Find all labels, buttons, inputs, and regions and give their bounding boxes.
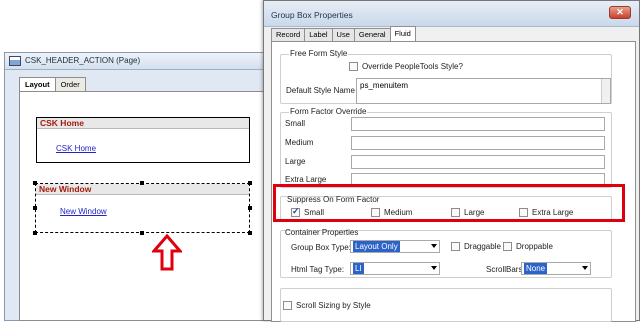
ff-small-label: Small xyxy=(285,119,306,128)
default-style-value: ps_menuitem xyxy=(360,81,409,90)
droppable-checkbox[interactable] xyxy=(503,242,512,251)
group-box-csk-home[interactable]: CSK Home CSK Home xyxy=(36,117,250,163)
ff-large-label: Large xyxy=(285,157,306,166)
container-properties-legend: Container Properties xyxy=(285,228,359,237)
scroll-sizing-group: Scroll Sizing by Style xyxy=(280,288,612,322)
group-box-header: New Window xyxy=(36,184,249,195)
page-tabs: Layout Order xyxy=(19,77,86,92)
tab-record[interactable]: Record xyxy=(271,28,306,42)
page-definition-icon xyxy=(9,56,21,66)
draggable-label: Draggable xyxy=(464,242,501,251)
ff-medium-label: Medium xyxy=(285,138,314,147)
resize-handle[interactable] xyxy=(140,181,144,185)
page-editor-window: CSK_HEADER_ACTION (Page) Layout Order CS… xyxy=(4,52,266,321)
html-tag-type-label: Html Tag Type: xyxy=(291,265,345,274)
scrollbars-select[interactable]: None xyxy=(521,262,591,275)
form-factor-override-group: Form Factor Override Small Medium Large … xyxy=(280,107,612,188)
container-properties-group: Container Properties Group Box Type: Lay… xyxy=(280,228,612,278)
ff-large-input[interactable] xyxy=(351,155,605,169)
resize-handle[interactable] xyxy=(33,231,37,235)
ff-xlarge-label: Extra Large xyxy=(285,175,327,184)
free-form-style-legend: Free Form Style xyxy=(289,49,349,58)
free-form-style-group: Free Form Style Override PeopleTools Sty… xyxy=(280,49,612,104)
html-tag-type-select[interactable]: LI xyxy=(350,262,440,275)
fluid-tab-panel: Free Form Style Override PeopleTools Sty… xyxy=(271,41,636,322)
highlight-annotation-box xyxy=(273,184,625,222)
group-box-header: CSK Home xyxy=(37,118,249,129)
default-style-input[interactable]: ps_menuitem xyxy=(356,78,611,104)
group-box-type-select[interactable]: Layout Only xyxy=(350,240,440,253)
tab-label[interactable]: Label xyxy=(304,28,333,42)
group-box-properties-dialog: Group Box Properties ✕ Record Label Use … xyxy=(263,0,640,322)
dialog-titlebar[interactable]: Group Box Properties ✕ xyxy=(264,1,639,27)
scroll-sizing-label: Scroll Sizing by Style xyxy=(296,301,371,310)
resize-handle[interactable] xyxy=(33,181,37,185)
tab-general[interactable]: General xyxy=(353,28,391,42)
dialog-tabs: Record Label Use General Fluid xyxy=(271,26,416,42)
resize-handle[interactable] xyxy=(33,206,37,210)
scroll-sizing-checkbox[interactable] xyxy=(283,301,292,310)
tab-fluid[interactable]: Fluid xyxy=(389,26,416,41)
html-tag-type-value: LI xyxy=(353,263,364,274)
resize-handle[interactable] xyxy=(248,231,252,235)
draggable-checkbox[interactable] xyxy=(451,242,460,251)
scrollbar[interactable] xyxy=(601,79,610,103)
group-box-type-label: Group Box Type: xyxy=(291,243,351,252)
chevron-down-icon xyxy=(431,266,437,270)
link-csk-home[interactable]: CSK Home xyxy=(56,144,96,153)
page-window-titlebar[interactable]: CSK_HEADER_ACTION (Page) xyxy=(5,53,265,70)
chevron-down-icon xyxy=(431,244,437,248)
tab-layout[interactable]: Layout xyxy=(19,77,56,92)
group-box-type-value: Layout Only xyxy=(353,241,400,252)
ff-medium-input[interactable] xyxy=(351,136,605,150)
scrollbars-label: ScrollBars: xyxy=(486,265,525,274)
page-window-title: CSK_HEADER_ACTION (Page) xyxy=(25,56,141,65)
close-button[interactable]: ✕ xyxy=(609,6,631,19)
up-arrow-annotation-icon xyxy=(152,234,182,271)
form-factor-override-legend: Form Factor Override xyxy=(289,107,368,116)
default-style-label: Default Style Name xyxy=(286,86,355,95)
droppable-label: Droppable xyxy=(516,242,553,251)
resize-handle[interactable] xyxy=(248,206,252,210)
tab-use[interactable]: Use xyxy=(331,28,355,42)
override-style-label: Override PeopleTools Style? xyxy=(362,62,463,71)
group-box-new-window[interactable]: New Window New Window xyxy=(35,183,250,233)
resize-handle[interactable] xyxy=(140,231,144,235)
page-layout-canvas[interactable]: CSK Home CSK Home New Window New Window xyxy=(19,91,265,321)
ff-small-input[interactable] xyxy=(351,117,605,131)
override-style-checkbox[interactable] xyxy=(349,62,358,71)
resize-handle[interactable] xyxy=(248,181,252,185)
tab-order[interactable]: Order xyxy=(54,77,86,91)
chevron-down-icon xyxy=(582,266,588,270)
link-new-window[interactable]: New Window xyxy=(60,207,107,216)
dialog-title: Group Box Properties xyxy=(271,10,353,20)
scrollbars-value: None xyxy=(524,263,548,274)
